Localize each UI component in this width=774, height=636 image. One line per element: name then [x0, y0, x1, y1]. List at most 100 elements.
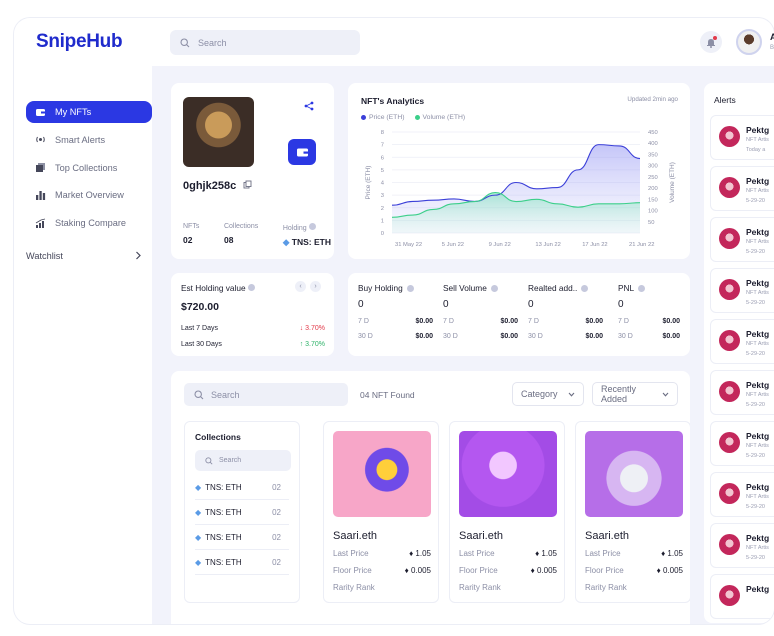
nft-name: Saari.eth — [459, 530, 504, 542]
alert-item[interactable]: Pektg NFT Artis 5-29-20 — [710, 319, 774, 364]
info-icon[interactable] — [247, 284, 255, 291]
alert-name: Pektg — [746, 176, 770, 186]
alert-item[interactable]: Pektg NFT Artis 5-29-20 — [710, 268, 774, 313]
search-icon — [205, 456, 213, 465]
metric-value: 0 — [528, 299, 534, 310]
staking-chart-icon — [35, 218, 46, 229]
alert-subtitle: NFT Artis — [746, 290, 769, 296]
ethereum-icon: ♦ — [404, 566, 409, 575]
global-search-input[interactable]: Search — [170, 30, 360, 55]
app-window: SnipeHub My NFTs Smart Alerts Top Collec… — [14, 18, 774, 624]
share-icon[interactable] — [304, 101, 314, 114]
collections-list: ◆ TNS: ETH 02 ◆ TNS: ETH 02 ◆ TNS: ETH 02 ◆ TNS… — [195, 475, 289, 575]
info-icon[interactable] — [638, 284, 646, 292]
x-tick-label: 13 Jun 22 — [535, 242, 560, 248]
watchlist-label: Watchlist — [26, 251, 63, 261]
alert-item[interactable]: Pektg NFT Artis 5-29-20 — [710, 370, 774, 415]
alert-item[interactable]: Pektg NFT Artis 5-29-20 — [710, 166, 774, 211]
ethereum-icon: ◆ — [195, 557, 202, 567]
stat-nfts: NFTs 02 — [183, 223, 199, 248]
info-icon[interactable] — [581, 284, 589, 292]
metric-row-30d: 30 D $0.00 — [358, 333, 433, 340]
alert-item[interactable]: Pektg NFT Artis 5-29-20 — [710, 217, 774, 262]
alert-item[interactable]: Pektg NFT Artis 5-29-20 — [710, 472, 774, 517]
sort-dropdown[interactable]: Recently Added — [592, 382, 678, 406]
sidebar-item-staking-compare[interactable]: Staking Compare — [26, 212, 152, 234]
user-name: A — [770, 32, 774, 42]
alert-time: Today a — [746, 147, 766, 153]
y-left-tick-label: 1 — [381, 218, 384, 224]
collection-item[interactable]: ◆ TNS: ETH 02 — [195, 475, 289, 500]
sidebar-item-smart-alerts[interactable]: Smart Alerts — [26, 129, 152, 151]
collection-item[interactable]: ◆ TNS: ETH 02 — [195, 500, 289, 525]
metric-value: 0 — [618, 299, 624, 310]
metric-row-30d: 30 D $0.00 — [618, 333, 680, 340]
collections-search-placeholder: Search — [219, 457, 242, 464]
nft-floor-price: Floor Price ♦ 0.005 — [333, 566, 431, 575]
holding-nav: ‹ › — [295, 281, 321, 292]
info-icon[interactable] — [406, 284, 414, 292]
nft-rarity: Rarity Rank — [333, 583, 375, 592]
nft-card[interactable]: Saari.eth Last Price ♦ 1.05 Floor Price ♦ … — [323, 421, 439, 603]
metric-row-30d: 30 D $0.00 — [528, 333, 603, 340]
alert-name: Pektg — [746, 584, 770, 594]
metric-title: PNL — [618, 283, 680, 293]
nft-image — [585, 431, 683, 517]
x-tick-label: 21 Jun 22 — [629, 242, 654, 248]
y-right-tick-label: 350 — [648, 152, 658, 158]
alert-item[interactable]: Pektg — [710, 574, 774, 619]
next-icon[interactable]: › — [310, 281, 321, 292]
alert-time: 5-29-20 — [746, 198, 765, 204]
ethereum-icon: ◆ — [195, 507, 202, 517]
sidebar-item-label: Market Overview — [55, 190, 124, 201]
nft-search-input[interactable]: Search — [184, 383, 348, 406]
wallet-address: 0ghjk258c — [183, 180, 252, 192]
y-right-tick-label: 200 — [648, 186, 658, 192]
sidebar-item-top-collections[interactable]: Top Collections — [26, 157, 152, 179]
y-right-tick-label: 100 — [648, 209, 658, 215]
metric-row-7d: 7 D $0.00 — [358, 318, 433, 325]
sidebar-item-my-nfts[interactable]: My NFTs — [26, 101, 152, 123]
nft-card[interactable]: Saari.eth Last Price ♦ 1.05 Floor Price ♦ … — [575, 421, 690, 603]
profile-card: 0ghjk258c NFTs 02 Collections 08 Holding… — [171, 83, 334, 259]
alert-name: Pektg — [746, 431, 770, 441]
nft-name: Saari.eth — [333, 530, 378, 542]
user-subtitle: B — [770, 45, 774, 51]
stat-label: NFTs — [183, 223, 200, 230]
info-icon[interactable] — [490, 284, 498, 292]
nft-last-price: Last Price ♦ 1.05 — [333, 549, 431, 558]
alert-avatar — [719, 126, 740, 147]
alert-name: Pektg — [746, 329, 770, 339]
notifications-button[interactable] — [700, 31, 722, 53]
category-dropdown[interactable]: Category — [512, 382, 584, 406]
alert-time: 5-29-20 — [746, 351, 765, 357]
alert-item[interactable]: Pektg NFT Artis 5-29-20 — [710, 421, 774, 466]
nft-floor-price: Floor Price ♦ 0.005 — [585, 566, 683, 575]
user-avatar[interactable] — [736, 29, 762, 55]
collection-item[interactable]: ◆ TNS: ETH 02 — [195, 525, 289, 550]
sidebar-item-market-overview[interactable]: Market Overview — [26, 184, 152, 206]
alert-avatar — [719, 534, 740, 555]
metric-row-7d: 7 D $0.00 — [528, 318, 603, 325]
metric-sell-volume: Sell Volume 0 7 D $0.00 30 D $0.00 — [443, 283, 518, 340]
alert-time: 5-29-20 — [746, 402, 765, 408]
wallet-button[interactable] — [288, 139, 316, 165]
broadcast-icon — [35, 134, 46, 145]
wallet-icon — [296, 148, 308, 156]
collection-item[interactable]: ◆ TNS: ETH 02 — [195, 550, 289, 575]
watchlist-toggle[interactable]: Watchlist — [26, 251, 142, 262]
alert-time: 5-29-20 — [746, 555, 765, 561]
app-logo[interactable]: SnipeHub — [36, 31, 123, 53]
alert-item[interactable]: Pektg NFT Artis Today a — [710, 115, 774, 160]
collections-search-input[interactable]: Search — [195, 450, 291, 471]
nft-card[interactable]: Saari.eth Last Price ♦ 1.05 Floor Price ♦ … — [449, 421, 565, 603]
info-icon[interactable] — [308, 223, 316, 230]
sidebar-item-label: Top Collections — [55, 162, 118, 173]
holding-row-change: ↓ 3.70% — [299, 325, 325, 332]
alert-item[interactable]: Pektg NFT Artis 5-29-20 — [710, 523, 774, 568]
copy-icon[interactable] — [243, 180, 252, 192]
alert-subtitle: NFT Artis — [746, 392, 769, 398]
alert-name: Pektg — [746, 125, 770, 135]
prev-icon[interactable]: ‹ — [295, 281, 306, 292]
alert-subtitle: NFT Artis — [746, 545, 769, 551]
